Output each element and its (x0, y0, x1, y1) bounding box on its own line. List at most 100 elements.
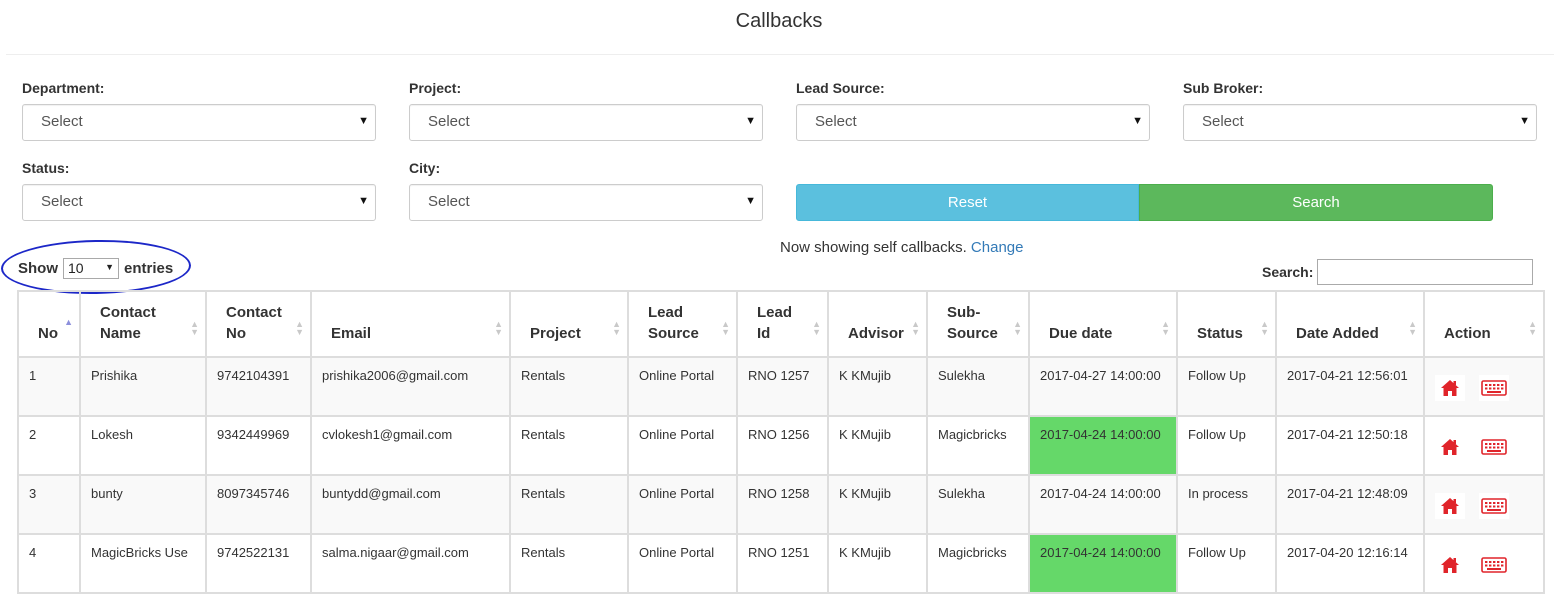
sort-icon: ▲ ▼ (1408, 319, 1417, 337)
cell-project: Rentals (509, 356, 629, 417)
status-select[interactable]: Select ▼ (22, 184, 376, 221)
cell-lead-source: Online Portal (627, 474, 738, 535)
home-icon[interactable] (1435, 375, 1465, 401)
keyboard-icon[interactable] (1479, 375, 1509, 401)
department-filter: Department: Select ▼ (22, 80, 376, 141)
cell-advisor: K KMujib (827, 356, 928, 417)
cell-project: Rentals (509, 533, 629, 594)
sub-broker-select-value: Select (1202, 113, 1244, 130)
table-row[interactable]: 2 Lokesh 9342449969 cvlokesh1@gmail.com Rent… (17, 415, 1545, 476)
status-label: Status: (22, 160, 70, 176)
column-header-label: Contact (226, 304, 282, 321)
column-header-label: No (38, 325, 58, 342)
home-icon[interactable] (1435, 552, 1465, 578)
table-body: 1 Prishika 9742104391 prishika2006@gmail.co… (17, 356, 1545, 594)
reset-button[interactable]: Reset (796, 184, 1139, 221)
lead-source-filter: Lead Source: Select ▼ (796, 80, 1150, 141)
column-header-contact-no[interactable]: Contact No ▲ ▼ (205, 290, 312, 358)
caret-down-icon: ▼ (1519, 115, 1530, 127)
column-header-no[interactable]: No ▲ (17, 290, 81, 358)
column-header-date-added[interactable]: Date Added ▲ ▼ (1275, 290, 1425, 358)
column-header-label: Action (1444, 325, 1491, 342)
sort-icon: ▲ ▼ (1260, 319, 1269, 337)
change-link[interactable]: Change (971, 239, 1024, 256)
search-button[interactable]: Search (1139, 184, 1493, 221)
column-header-lead-source[interactable]: Lead Source ▲ ▼ (627, 290, 738, 358)
cell-lead-source: Online Portal (627, 533, 738, 594)
cell-advisor: K KMujib (827, 415, 928, 476)
cell-project: Rentals (509, 474, 629, 535)
column-header-sub-source[interactable]: Sub- Source ▲ ▼ (926, 290, 1030, 358)
cell-due: 2017-04-24 14:00:00 (1028, 415, 1178, 476)
sub-broker-filter: Sub Broker: Select ▼ (1183, 80, 1537, 141)
cell-sub-source: Magicbricks (926, 415, 1030, 476)
cell-action (1423, 474, 1545, 535)
department-select[interactable]: Select ▼ (22, 104, 376, 141)
column-header-action[interactable]: Action ▲ ▼ (1423, 290, 1545, 358)
column-header-due-date[interactable]: Due date ▲ ▼ (1028, 290, 1178, 358)
sort-icon: ▲ ▼ (612, 319, 621, 337)
project-label: Project: (409, 80, 462, 96)
sort-icon: ▲ ▼ (1013, 319, 1022, 337)
table-row[interactable]: 4 MagicBricks Use 9742522131 salma.nigaar@g… (17, 533, 1545, 594)
city-label: City: (409, 160, 441, 176)
caret-down-icon: ▼ (358, 195, 369, 207)
keyboard-icon[interactable] (1479, 493, 1509, 519)
lead-source-select[interactable]: Select ▼ (796, 104, 1150, 141)
table-row[interactable]: 3 bunty 8097345746 buntydd@gmail.com Rentals… (17, 474, 1545, 535)
cell-name: bunty (79, 474, 207, 535)
column-header-advisor[interactable]: Advisor ▲ ▼ (827, 290, 928, 358)
keyboard-icon[interactable] (1479, 552, 1509, 578)
sort-icon: ▲ ▼ (1161, 319, 1170, 337)
cell-name: Prishika (79, 356, 207, 417)
cell-due: 2017-04-27 14:00:00 (1028, 356, 1178, 417)
cell-added: 2017-04-20 12:16:14 (1275, 533, 1425, 594)
keyboard-icon[interactable] (1479, 434, 1509, 460)
status-filter: Status: Select ▼ (22, 160, 376, 221)
home-icon[interactable] (1435, 493, 1465, 519)
column-header-label: Source (947, 325, 998, 342)
project-select-value: Select (428, 113, 470, 130)
cell-sub-source: Sulekha (926, 356, 1030, 417)
cell-name: Lokesh (79, 415, 207, 476)
cell-email: prishika2006@gmail.com (310, 356, 511, 417)
callbacks-notice: Now showing self callbacks. Change (780, 239, 1023, 256)
cell-no: 2 (17, 415, 81, 476)
notice-text: Now showing self callbacks. (780, 239, 967, 256)
status-select-value: Select (41, 193, 83, 210)
cell-due: 2017-04-24 14:00:00 (1028, 533, 1178, 594)
table-search-input[interactable] (1317, 259, 1534, 285)
column-header-contact-name[interactable]: Contact Name ▲ ▼ (79, 290, 207, 358)
column-header-project[interactable]: Project ▲ ▼ (509, 290, 629, 358)
table-search-label: Search: (1262, 264, 1314, 280)
home-icon[interactable] (1435, 434, 1465, 460)
caret-down-icon: ▼ (745, 115, 756, 127)
column-header-label: Email (331, 325, 372, 342)
project-select[interactable]: Select ▼ (409, 104, 763, 141)
column-header-lead-id[interactable]: Lead Id ▲ ▼ (736, 290, 829, 358)
table-row[interactable]: 1 Prishika 9742104391 prishika2006@gmail.co… (17, 356, 1545, 417)
column-header-label: Lead (648, 304, 684, 321)
cell-phone: 9742104391 (205, 356, 312, 417)
sort-icon: ▲ ▼ (812, 319, 821, 337)
column-header-status[interactable]: Status ▲ ▼ (1176, 290, 1277, 358)
sort-icon: ▲ (64, 317, 73, 327)
column-header-label: Status (1197, 325, 1243, 342)
cell-advisor: K KMujib (827, 533, 928, 594)
page-title: Callbacks (735, 10, 823, 32)
city-select[interactable]: Select ▼ (409, 184, 763, 221)
city-filter: City: Select ▼ (409, 160, 763, 221)
cell-name: MagicBricks Use (79, 533, 207, 594)
table-header-row: No ▲ Contact Name ▲ ▼ Contact No ▲ ▼ Email ▲ ▼ Projec… (17, 290, 1545, 358)
sub-broker-select[interactable]: Select ▼ (1183, 104, 1537, 141)
cell-added: 2017-04-21 12:48:09 (1275, 474, 1425, 535)
cell-sub-source: Sulekha (926, 474, 1030, 535)
cell-added: 2017-04-21 12:50:18 (1275, 415, 1425, 476)
sort-icon: ▲ ▼ (190, 319, 199, 337)
cell-action (1423, 533, 1545, 594)
cell-no: 1 (17, 356, 81, 417)
sort-icon: ▲ ▼ (911, 319, 920, 337)
column-header-label: Advisor (848, 325, 904, 342)
cell-phone: 9342449969 (205, 415, 312, 476)
column-header-email[interactable]: Email ▲ ▼ (310, 290, 511, 358)
